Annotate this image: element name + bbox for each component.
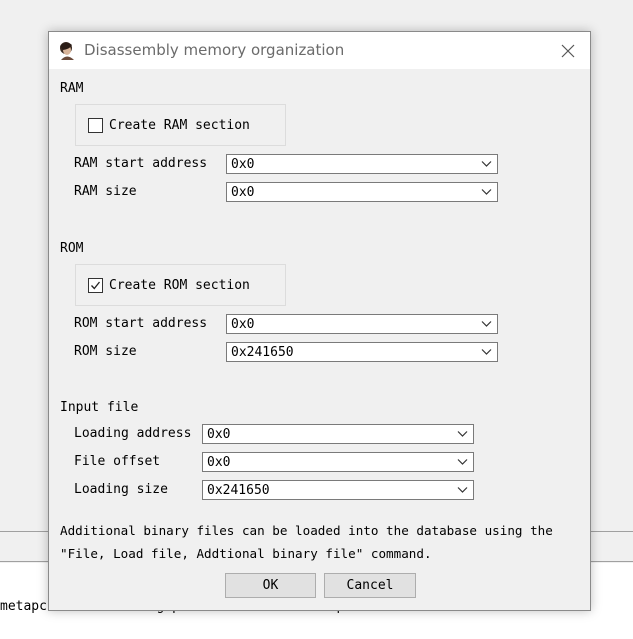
ram-start-address-combo[interactable]: 0x0	[226, 154, 498, 174]
loading-address-label: Loading address	[74, 426, 192, 441]
memory-organization-dialog: Disassembly memory organization RAM Crea…	[48, 31, 591, 611]
create-ram-checkbox[interactable]	[88, 118, 103, 133]
loading-size-label: Loading size	[74, 482, 168, 497]
ram-create-group: Create RAM section	[75, 104, 286, 146]
file-offset-combo[interactable]: 0x0	[202, 452, 474, 472]
chevron-down-icon	[457, 459, 468, 465]
cancel-button[interactable]: Cancel	[324, 573, 416, 598]
loading-size-combo[interactable]: 0x241650	[202, 480, 474, 500]
rom-size-combo[interactable]: 0x241650	[226, 342, 498, 362]
check-icon	[91, 281, 101, 290]
title-bar: Disassembly memory organization	[49, 32, 590, 69]
close-button[interactable]	[546, 32, 590, 69]
ram-section-label: RAM	[60, 81, 84, 96]
ok-button[interactable]: OK	[225, 573, 316, 598]
chevron-down-icon	[481, 321, 492, 327]
create-ram-label: Create RAM section	[109, 118, 250, 133]
rom-start-address-combo[interactable]: 0x0	[226, 314, 498, 334]
combo-value: 0x0	[207, 455, 231, 470]
ram-size-label: RAM size	[74, 184, 137, 199]
combo-value: 0x0	[207, 427, 231, 442]
combo-value: 0x0	[231, 157, 255, 172]
info-text-line1: Additional binary files can be loaded in…	[60, 523, 553, 538]
rom-create-group: Create ROM section	[75, 264, 286, 306]
combo-value: 0x241650	[207, 483, 270, 498]
chevron-down-icon	[457, 431, 468, 437]
close-icon	[561, 44, 575, 57]
rom-size-label: ROM size	[74, 344, 137, 359]
input-file-section-label: Input file	[60, 400, 139, 415]
ram-size-combo[interactable]: 0x0	[226, 182, 498, 202]
chevron-down-icon	[457, 487, 468, 493]
file-offset-label: File offset	[74, 454, 161, 469]
loading-address-combo[interactable]: 0x0	[202, 424, 474, 444]
create-rom-checkbox[interactable]	[88, 278, 103, 293]
ida-app-icon	[57, 40, 79, 62]
chevron-down-icon	[481, 161, 492, 167]
rom-section-label: ROM	[60, 241, 84, 256]
rom-start-address-label: ROM start address	[74, 316, 208, 331]
combo-value: 0x0	[231, 317, 255, 332]
dialog-title: Disassembly memory organization	[84, 41, 345, 59]
create-rom-label: Create ROM section	[109, 278, 250, 293]
info-text-line2: "File, Load file, Addtional binary file"…	[60, 546, 432, 561]
ram-start-address-label: RAM start address	[74, 156, 208, 171]
chevron-down-icon	[481, 349, 492, 355]
combo-value: 0x0	[231, 185, 255, 200]
combo-value: 0x241650	[231, 345, 294, 360]
chevron-down-icon	[481, 189, 492, 195]
